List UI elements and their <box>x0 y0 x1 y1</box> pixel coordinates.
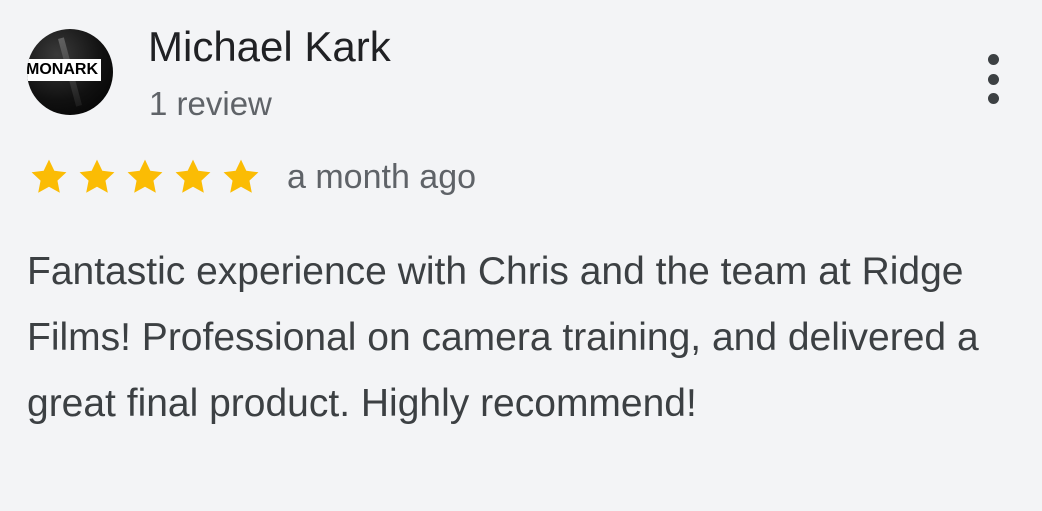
star-icon <box>127 159 163 193</box>
star-icon <box>175 159 211 193</box>
reviewer-name[interactable]: Michael Kark <box>148 22 391 72</box>
rating-row: a month ago <box>27 151 476 203</box>
more-vertical-icon <box>987 54 999 65</box>
star-icon <box>31 159 67 193</box>
avatar-logo: MONARK <box>27 59 101 81</box>
more-options-button[interactable] <box>976 50 1010 108</box>
star-rating <box>27 155 263 199</box>
star-icon <box>223 159 259 193</box>
star-icon <box>79 159 115 193</box>
more-vertical-icon-dot <box>987 73 999 85</box>
review-count[interactable]: 1 review <box>149 84 272 124</box>
review-text: Fantastic experience with Chris and the … <box>27 250 979 425</box>
more-vertical-icon-dot <box>987 93 999 104</box>
review-date: a month ago <box>287 157 477 196</box>
avatar[interactable]: MONARK <box>27 29 113 115</box>
